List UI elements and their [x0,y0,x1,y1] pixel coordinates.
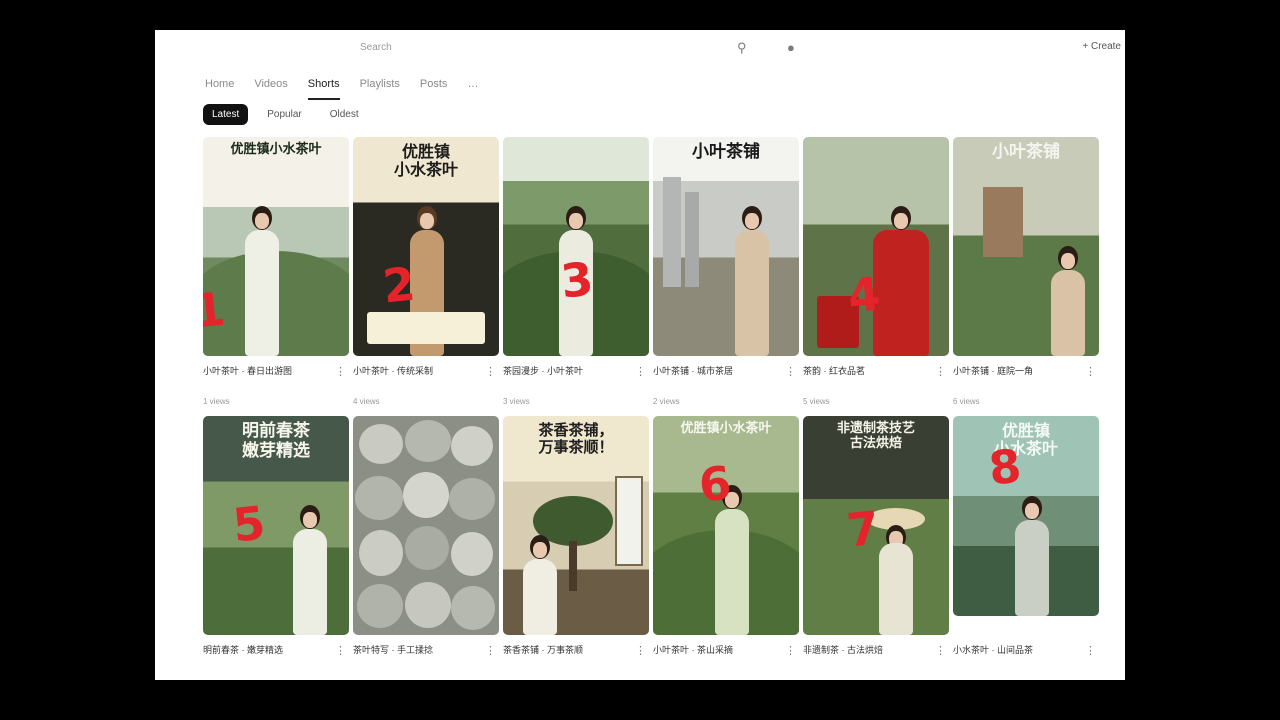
more-options-icon[interactable]: ⋮ [785,644,796,657]
tab-playlists[interactable]: Playlists [360,78,400,100]
tab-more[interactable]: … [467,78,478,100]
tab-videos[interactable]: Videos [254,78,287,100]
short-title[interactable]: 小叶茶叶 · 传统采制 [353,364,481,392]
thumbnail-caption: 优胜镇 小水茶叶 [993,421,1058,459]
search-icon[interactable]: ⚲ [737,40,747,56]
short-thumbnail[interactable]: 4 [803,137,949,356]
annotation-number: 8 [986,438,1024,496]
thumbnail-caption: 优胜镇 小水茶叶 [393,142,458,180]
short-thumbnail[interactable]: 明前春茶 嫩芽精选 5 [203,416,349,635]
more-options-icon[interactable]: ⋮ [935,644,946,657]
more-options-icon[interactable]: ⋮ [635,365,646,378]
short-views: 2 views [653,397,680,406]
short-title[interactable]: 茶香茶铺 · 万事茶顺 [503,643,631,671]
microphone-icon[interactable]: ● [787,40,795,56]
search-input[interactable]: Search [360,42,392,53]
short-title[interactable]: 小叶茶铺 · 庭院一角 [953,364,1081,392]
create-button[interactable]: + Create [1082,41,1121,52]
more-options-icon[interactable]: ⋮ [335,365,346,378]
short-views: 4 views [353,397,380,406]
tab-shorts[interactable]: Shorts [307,78,340,100]
short-title[interactable]: 小叶茶叶 · 茶山采摘 [653,643,781,671]
more-options-icon[interactable]: ⋮ [335,644,346,657]
short-thumbnail[interactable]: 优胜镇 小水茶叶 8 [953,416,1099,616]
short-thumbnail[interactable]: 优胜镇小水茶叶 6 [653,416,799,635]
more-options-icon[interactable]: ⋮ [485,365,496,378]
short-title[interactable]: 非遗制茶 · 古法烘焙 [803,643,931,671]
short-thumbnail[interactable]: 小叶茶铺 [953,137,1099,356]
short-thumbnail[interactable]: 优胜镇 小水茶叶 2 [353,137,499,356]
short-thumbnail[interactable]: 非遗制茶技艺 古法烘焙 7 [803,416,949,635]
channel-tabs: Home Videos Shorts Playlists Posts … [205,78,498,100]
short-title[interactable]: 茶园漫步 · 小叶茶叶 [503,364,631,392]
annotation-number: 5 [230,495,268,553]
more-options-icon[interactable]: ⋮ [485,644,496,657]
chip-popular[interactable]: Popular [258,104,310,125]
tab-posts[interactable]: Posts [420,78,448,100]
tab-home[interactable]: Home [205,78,234,100]
short-title[interactable]: 明前春茶 · 嫩芽精选 [203,643,331,671]
annotation-number: 6 [696,455,734,513]
thumbnail-caption: 小叶茶铺 [992,142,1060,162]
short-thumbnail[interactable]: 优胜镇小水茶叶 1 [203,137,349,356]
short-views: 6 views [953,397,980,406]
short-views: 1 views [203,397,230,406]
thumbnail-caption: 优胜镇小水茶叶 [230,142,322,157]
annotation-number: 2 [380,256,418,314]
more-options-icon[interactable]: ⋮ [785,365,796,378]
short-title[interactable]: 小叶茶叶 · 春日出游图 [203,364,331,392]
short-title[interactable]: 茶叶特写 · 手工揉捻 [353,643,481,671]
more-options-icon[interactable]: ⋮ [1085,365,1096,378]
thumbnail-caption: 非遗制茶技艺 古法烘焙 [836,421,915,451]
chip-latest[interactable]: Latest [203,104,249,125]
short-views: 5 views [803,397,830,406]
annotation-number: 4 [845,266,883,324]
thumbnail-caption: 小叶茶铺 [692,142,760,162]
more-options-icon[interactable]: ⋮ [1085,644,1096,657]
top-bar: Search ⚲ ● + Create [155,30,1125,68]
short-views: 3 views [503,397,530,406]
more-options-icon[interactable]: ⋮ [635,644,646,657]
short-thumbnail[interactable]: 3 [503,137,649,356]
more-options-icon[interactable]: ⋮ [935,365,946,378]
short-title[interactable]: 小叶茶铺 · 城市茶居 [653,364,781,392]
short-title[interactable]: 茶韵 · 红衣品茗 [803,364,931,392]
thumbnail-caption: 茶香茶铺， 万事茶顺！ [538,421,614,457]
thumbnail-caption: 优胜镇小水茶叶 [680,421,772,436]
short-thumbnail[interactable]: 茶香茶铺， 万事茶顺！ [503,416,649,635]
short-thumbnail[interactable] [353,416,499,635]
browser-window: Search ⚲ ● + Create Home Videos Shorts P… [155,30,1125,680]
annotation-number: 3 [558,251,596,309]
chip-oldest[interactable]: Oldest [321,104,368,125]
short-title[interactable]: 小水茶叶 · 山间品茶 [953,643,1081,671]
thumbnail-caption: 明前春茶 嫩芽精选 [242,421,310,461]
filter-chips: Latest Popular Oldest [203,104,368,125]
annotation-number: 7 [844,500,882,558]
short-thumbnail[interactable]: 小叶茶铺 [653,137,799,356]
